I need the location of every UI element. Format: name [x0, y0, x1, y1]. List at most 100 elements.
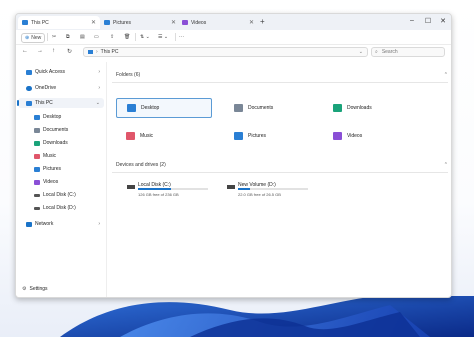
- drive-usage-fill: [138, 188, 171, 190]
- close-tab-icon[interactable]: ✕: [171, 19, 176, 26]
- desktop-folder-icon: [127, 104, 136, 112]
- maximize-button[interactable]: ☐: [421, 17, 435, 25]
- drives-section-header[interactable]: Devices and drives (2) ⌃: [112, 160, 451, 170]
- sidebar-item-network[interactable]: Network ›: [18, 219, 104, 229]
- chevron-right-icon[interactable]: ›: [98, 69, 100, 75]
- folder-item-videos[interactable]: Videos: [323, 126, 419, 146]
- up-button[interactable]: ↑: [52, 48, 55, 54]
- search-box[interactable]: ⌕ Search: [371, 47, 445, 57]
- minimize-button[interactable]: –: [405, 17, 419, 24]
- folder-item-downloads[interactable]: Downloads: [323, 98, 419, 118]
- new-button[interactable]: ⊕ New: [21, 33, 46, 43]
- folder-label: Documents: [248, 105, 274, 111]
- folder-label: Pictures: [248, 133, 267, 139]
- search-icon: ⌕: [375, 49, 378, 55]
- back-button[interactable]: ←: [22, 48, 28, 54]
- delete-button[interactable]: 🗑: [124, 33, 130, 41]
- view-button[interactable]: ☰ ⌄: [158, 33, 168, 41]
- view-icon: ☰ ⌄: [158, 34, 169, 40]
- divider: [135, 33, 136, 41]
- folder-label: Videos: [347, 133, 363, 139]
- sidebar-item-this-pc[interactable]: This PC ⌄: [17, 98, 104, 108]
- sidebar-item-documents[interactable]: Documents: [18, 125, 104, 135]
- navigation-pane: Quick Access › OneDrive › This PC ⌄ Desk…: [16, 62, 107, 297]
- paste-icon: ▤: [80, 34, 85, 40]
- folder-item-documents[interactable]: Documents: [224, 98, 320, 118]
- folder-label: Downloads: [347, 105, 372, 111]
- address-location: This PC: [100, 49, 119, 55]
- sidebar-item-label: This PC: [35, 100, 53, 106]
- sidebar-item-music[interactable]: Music: [18, 151, 104, 161]
- chevron-right-icon: ›: [96, 49, 98, 55]
- sort-icon: ⇅ ⌄: [140, 34, 150, 40]
- music-folder-icon: [126, 132, 135, 140]
- copy-button[interactable]: ⧉: [66, 33, 70, 41]
- pictures-folder-icon: [34, 166, 40, 172]
- drive-item-c[interactable]: Local Disk (C:) 126 GB free of 236 GB: [124, 178, 220, 200]
- drive-item-d[interactable]: New Volume (D:) 22.0 GB free of 26.5 GB: [224, 178, 320, 200]
- search-placeholder: Search: [381, 49, 398, 55]
- chevron-up-icon[interactable]: ⌃: [444, 72, 448, 78]
- drive-icon: [127, 185, 135, 189]
- sidebar-item-label: Downloads: [43, 140, 68, 146]
- folder-label: Desktop: [141, 105, 160, 111]
- share-icon: ⇪: [110, 34, 115, 40]
- close-tab-icon[interactable]: ✕: [91, 19, 96, 26]
- new-tab-button[interactable]: +: [260, 17, 265, 26]
- sidebar-item-settings[interactable]: ⚙ Settings: [18, 284, 104, 294]
- music-folder-icon: [34, 153, 40, 159]
- tab-label: This PC: [31, 19, 49, 26]
- sidebar-item-label: Pictures: [43, 166, 62, 172]
- sidebar-item-local-disk-c[interactable]: Local Disk (C:): [18, 190, 104, 200]
- tab-pictures[interactable]: Pictures ✕: [100, 16, 180, 29]
- chevron-down-icon[interactable]: ⌄: [96, 100, 100, 106]
- content-pane: Folders (6) ⌃ Desktop Documents Download…: [112, 66, 448, 296]
- close-tab-icon[interactable]: ✕: [249, 19, 254, 26]
- close-button[interactable]: ✕: [436, 17, 450, 25]
- new-label: New: [31, 35, 42, 41]
- sidebar-item-videos[interactable]: Videos: [18, 177, 104, 187]
- tab-videos[interactable]: Videos ✕: [178, 16, 258, 29]
- folder-item-desktop[interactable]: Desktop: [116, 98, 212, 118]
- desktop-folder-icon: [34, 114, 40, 120]
- forward-button[interactable]: →: [37, 48, 43, 54]
- paste-button[interactable]: ▤: [80, 33, 85, 41]
- folder-item-music[interactable]: Music: [116, 126, 212, 146]
- folder-item-pictures[interactable]: Pictures: [224, 126, 320, 146]
- folders-section-header[interactable]: Folders (6) ⌃: [112, 70, 451, 80]
- sidebar-item-label: Local Disk (C:): [43, 192, 76, 198]
- more-icon: ···: [179, 34, 184, 40]
- chevron-up-icon[interactable]: ⌃: [444, 162, 448, 168]
- sidebar-item-pictures[interactable]: Pictures: [18, 164, 104, 174]
- folder-label: Music: [140, 133, 154, 139]
- sidebar-item-label: Desktop: [43, 114, 62, 120]
- drive-usage-bar: [138, 188, 208, 190]
- sidebar-item-desktop[interactable]: Desktop: [18, 112, 104, 122]
- section-title: Devices and drives (2): [116, 162, 166, 168]
- sort-button[interactable]: ⇅ ⌄: [140, 33, 150, 41]
- refresh-button[interactable]: ↻: [67, 48, 72, 55]
- share-button[interactable]: ⇪: [110, 33, 114, 41]
- network-icon: [26, 221, 32, 227]
- cut-button[interactable]: ✂: [52, 33, 56, 41]
- tab-strip: This PC ✕ Pictures ✕ Videos ✕ + – ☐ ✕: [16, 14, 451, 30]
- sidebar-item-label: Network: [35, 221, 54, 227]
- rename-button[interactable]: ▭: [94, 33, 99, 41]
- chevron-down-icon[interactable]: ⌄: [359, 49, 363, 55]
- videos-folder-icon: [333, 132, 342, 140]
- sidebar-item-downloads[interactable]: Downloads: [18, 138, 104, 148]
- sidebar-item-label: Local Disk (D:): [43, 205, 76, 211]
- chevron-right-icon[interactable]: ›: [98, 85, 100, 91]
- divider: [112, 82, 448, 83]
- copy-icon: ⧉: [66, 34, 70, 40]
- sidebar-item-local-disk-d[interactable]: Local Disk (D:): [18, 203, 104, 213]
- drive-icon: [227, 185, 235, 189]
- sidebar-item-label: OneDrive: [35, 85, 57, 91]
- sidebar-item-onedrive[interactable]: OneDrive ›: [18, 83, 104, 93]
- more-button[interactable]: ···: [179, 33, 184, 41]
- tab-this-pc[interactable]: This PC ✕: [18, 16, 100, 29]
- computer-icon: [22, 20, 28, 25]
- address-bar[interactable]: › This PC ⌄: [83, 47, 368, 57]
- sidebar-item-quick-access[interactable]: Quick Access ›: [18, 67, 104, 77]
- chevron-right-icon[interactable]: ›: [98, 221, 100, 227]
